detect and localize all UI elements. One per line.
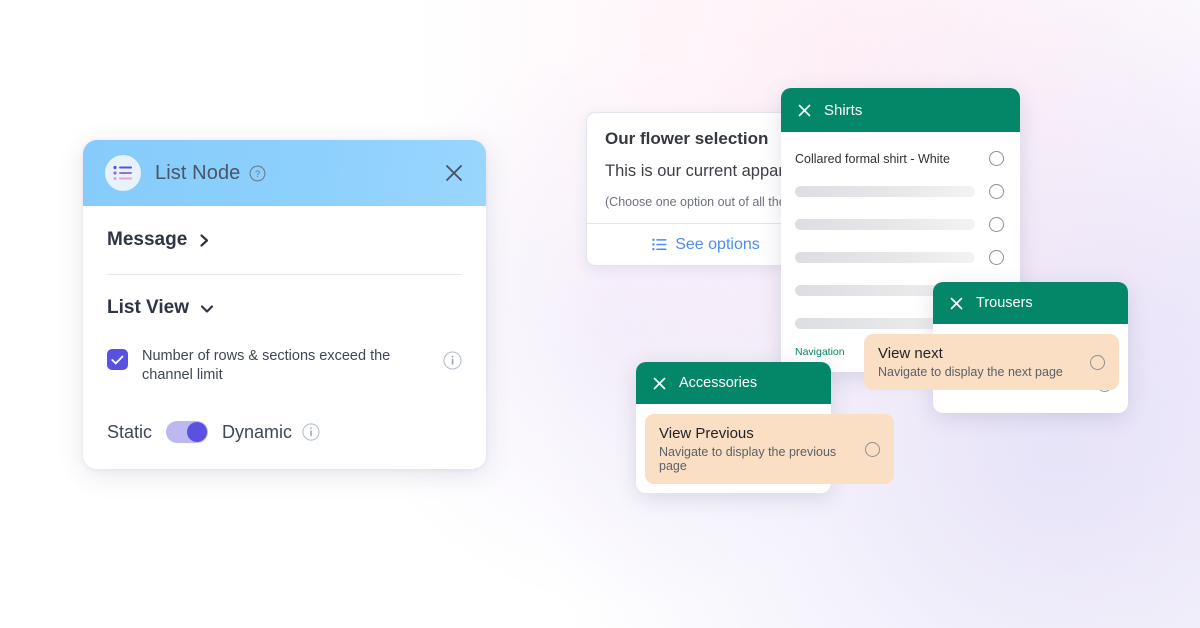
flower-card-body: This is our current apparel collection. … [605, 162, 825, 180]
list-view-section-label: List View [107, 297, 190, 318]
list-item[interactable] [781, 241, 1020, 274]
static-dynamic-toggle-row: Static Dynamic [107, 421, 462, 443]
shirts-panel-header: Shirts [781, 88, 1020, 132]
close-icon[interactable] [949, 296, 964, 311]
chevron-down-icon[interactable] [199, 301, 214, 316]
list-node-body: Message List View Number of rows & secti… [83, 206, 486, 469]
radio-button[interactable] [1090, 354, 1105, 370]
flower-card-note: (Choose one option out of all the option… [605, 195, 826, 209]
list-item-label: Collared formal shirt - White [795, 151, 950, 166]
toggle-label-static: Static [107, 421, 153, 442]
view-next-title: View next [878, 345, 943, 362]
list-node-header: List Node ? [83, 140, 486, 206]
accessories-panel-title: Accessories [679, 375, 758, 391]
view-previous-subtitle: Navigate to display the previous page [659, 445, 837, 473]
list-item[interactable]: Collared formal shirt - White [781, 142, 1020, 175]
message-section-row[interactable]: Message [107, 206, 462, 275]
list-item[interactable] [781, 208, 1020, 241]
see-options-label: See options [675, 235, 760, 253]
view-next-tooltip[interactable]: View next Navigate to display the next p… [864, 334, 1119, 390]
trousers-panel-title: Trousers [976, 295, 1033, 311]
flower-card-title: Our flower selection [605, 129, 769, 148]
view-previous-title: View Previous [659, 425, 754, 442]
list-icon [652, 237, 667, 252]
toggle-label-dynamic: Dynamic [222, 421, 293, 442]
question-circle-icon[interactable]: ? [249, 165, 266, 182]
channel-limit-label: Number of rows & sections exceed the cha… [142, 348, 391, 383]
placeholder-bar [795, 186, 975, 197]
page-title: List Node [155, 161, 241, 184]
trousers-panel-header: Trousers [933, 282, 1128, 324]
toggle-knob [187, 422, 208, 442]
svg-text:?: ? [255, 169, 260, 180]
list-item[interactable] [781, 175, 1020, 208]
message-section-label: Message [107, 229, 188, 250]
list-view-section-row[interactable]: List View [107, 275, 462, 341]
radio-button[interactable] [989, 151, 1004, 166]
view-next-texts: View next Navigate to display the next p… [878, 345, 1078, 379]
close-icon[interactable] [652, 376, 667, 391]
shirts-panel-title: Shirts [824, 101, 863, 119]
close-icon[interactable] [442, 161, 466, 185]
channel-limit-checkbox-row: Number of rows & sections exceed the cha… [107, 341, 462, 385]
radio-button[interactable] [989, 217, 1004, 232]
list-node-panel: List Node ? Message List View Number of … [83, 140, 486, 469]
info-icon[interactable] [302, 423, 320, 441]
chevron-right-icon[interactable] [197, 233, 212, 248]
view-next-subtitle: Navigate to display the next page [878, 365, 1063, 379]
view-previous-texts: View Previous Navigate to display the pr… [659, 425, 853, 473]
radio-button[interactable] [989, 250, 1004, 265]
radio-button[interactable] [865, 441, 880, 457]
placeholder-bar [795, 219, 975, 230]
view-previous-tooltip[interactable]: View Previous Navigate to display the pr… [645, 414, 894, 484]
radio-button[interactable] [989, 184, 1004, 199]
channel-limit-checkbox[interactable] [107, 349, 128, 370]
list-icon [105, 155, 141, 191]
static-dynamic-toggle[interactable] [166, 421, 209, 443]
info-icon[interactable] [443, 351, 462, 370]
placeholder-bar [795, 252, 975, 263]
accessories-panel-header: Accessories [636, 362, 831, 404]
close-icon[interactable] [797, 103, 812, 118]
